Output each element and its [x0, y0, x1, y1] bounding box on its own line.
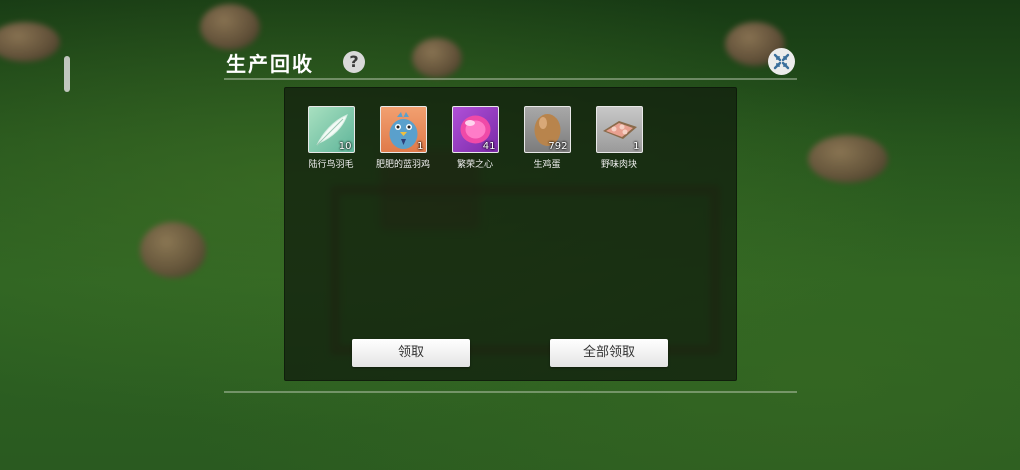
- claim-all-button[interactable]: 全部领取: [550, 339, 668, 367]
- item-icon-frame[interactable]: 792: [523, 106, 571, 153]
- help-button[interactable]: ?: [343, 51, 365, 73]
- game-scene: 生产回收 ? 10 陆行鸟羽毛 1 肥肥的蓝羽鸡 41 繁荣之心 792 生鸡蛋…: [0, 0, 1020, 470]
- item-count: 792: [548, 141, 568, 152]
- close-button[interactable]: [768, 48, 795, 75]
- item-icon-frame[interactable]: 1: [379, 106, 427, 153]
- item-count: 10: [338, 141, 352, 152]
- item-slot[interactable]: 41 繁荣之心: [445, 106, 505, 170]
- item-slot[interactable]: 1 肥肥的蓝羽鸡: [373, 106, 433, 170]
- background-rock: [808, 135, 888, 183]
- background-rock: [140, 222, 206, 278]
- background-rock: [412, 38, 462, 78]
- background-rock: [0, 22, 60, 62]
- dialog-title: 生产回收: [226, 52, 314, 76]
- item-slot[interactable]: 10 陆行鸟羽毛: [301, 106, 361, 170]
- bottom-divider: [224, 391, 797, 393]
- close-icon: [773, 53, 790, 70]
- item-count: 1: [417, 141, 424, 152]
- item-name: 肥肥的蓝羽鸡: [375, 160, 430, 170]
- item-slot[interactable]: 792 生鸡蛋: [517, 106, 577, 170]
- item-name: 陆行鸟羽毛: [308, 160, 354, 170]
- item-icon-frame[interactable]: 41: [451, 106, 499, 153]
- item-name: 生鸡蛋: [533, 160, 561, 170]
- item-icon-frame[interactable]: 10: [307, 106, 355, 153]
- claim-button[interactable]: 领取: [352, 339, 470, 367]
- item-count: 1: [633, 141, 640, 152]
- item-count: 41: [482, 141, 496, 152]
- top-divider: [224, 78, 797, 80]
- background-rock: [200, 4, 260, 50]
- item-slot[interactable]: 1 野味肉块: [589, 106, 649, 170]
- scroll-handle[interactable]: [64, 56, 70, 92]
- item-name: 繁荣之心: [456, 160, 493, 170]
- item-name: 野味肉块: [600, 160, 637, 170]
- item-icon-frame[interactable]: 1: [595, 106, 643, 153]
- reward-panel: 10 陆行鸟羽毛 1 肥肥的蓝羽鸡 41 繁荣之心 792 生鸡蛋 1 野味肉块…: [284, 87, 737, 381]
